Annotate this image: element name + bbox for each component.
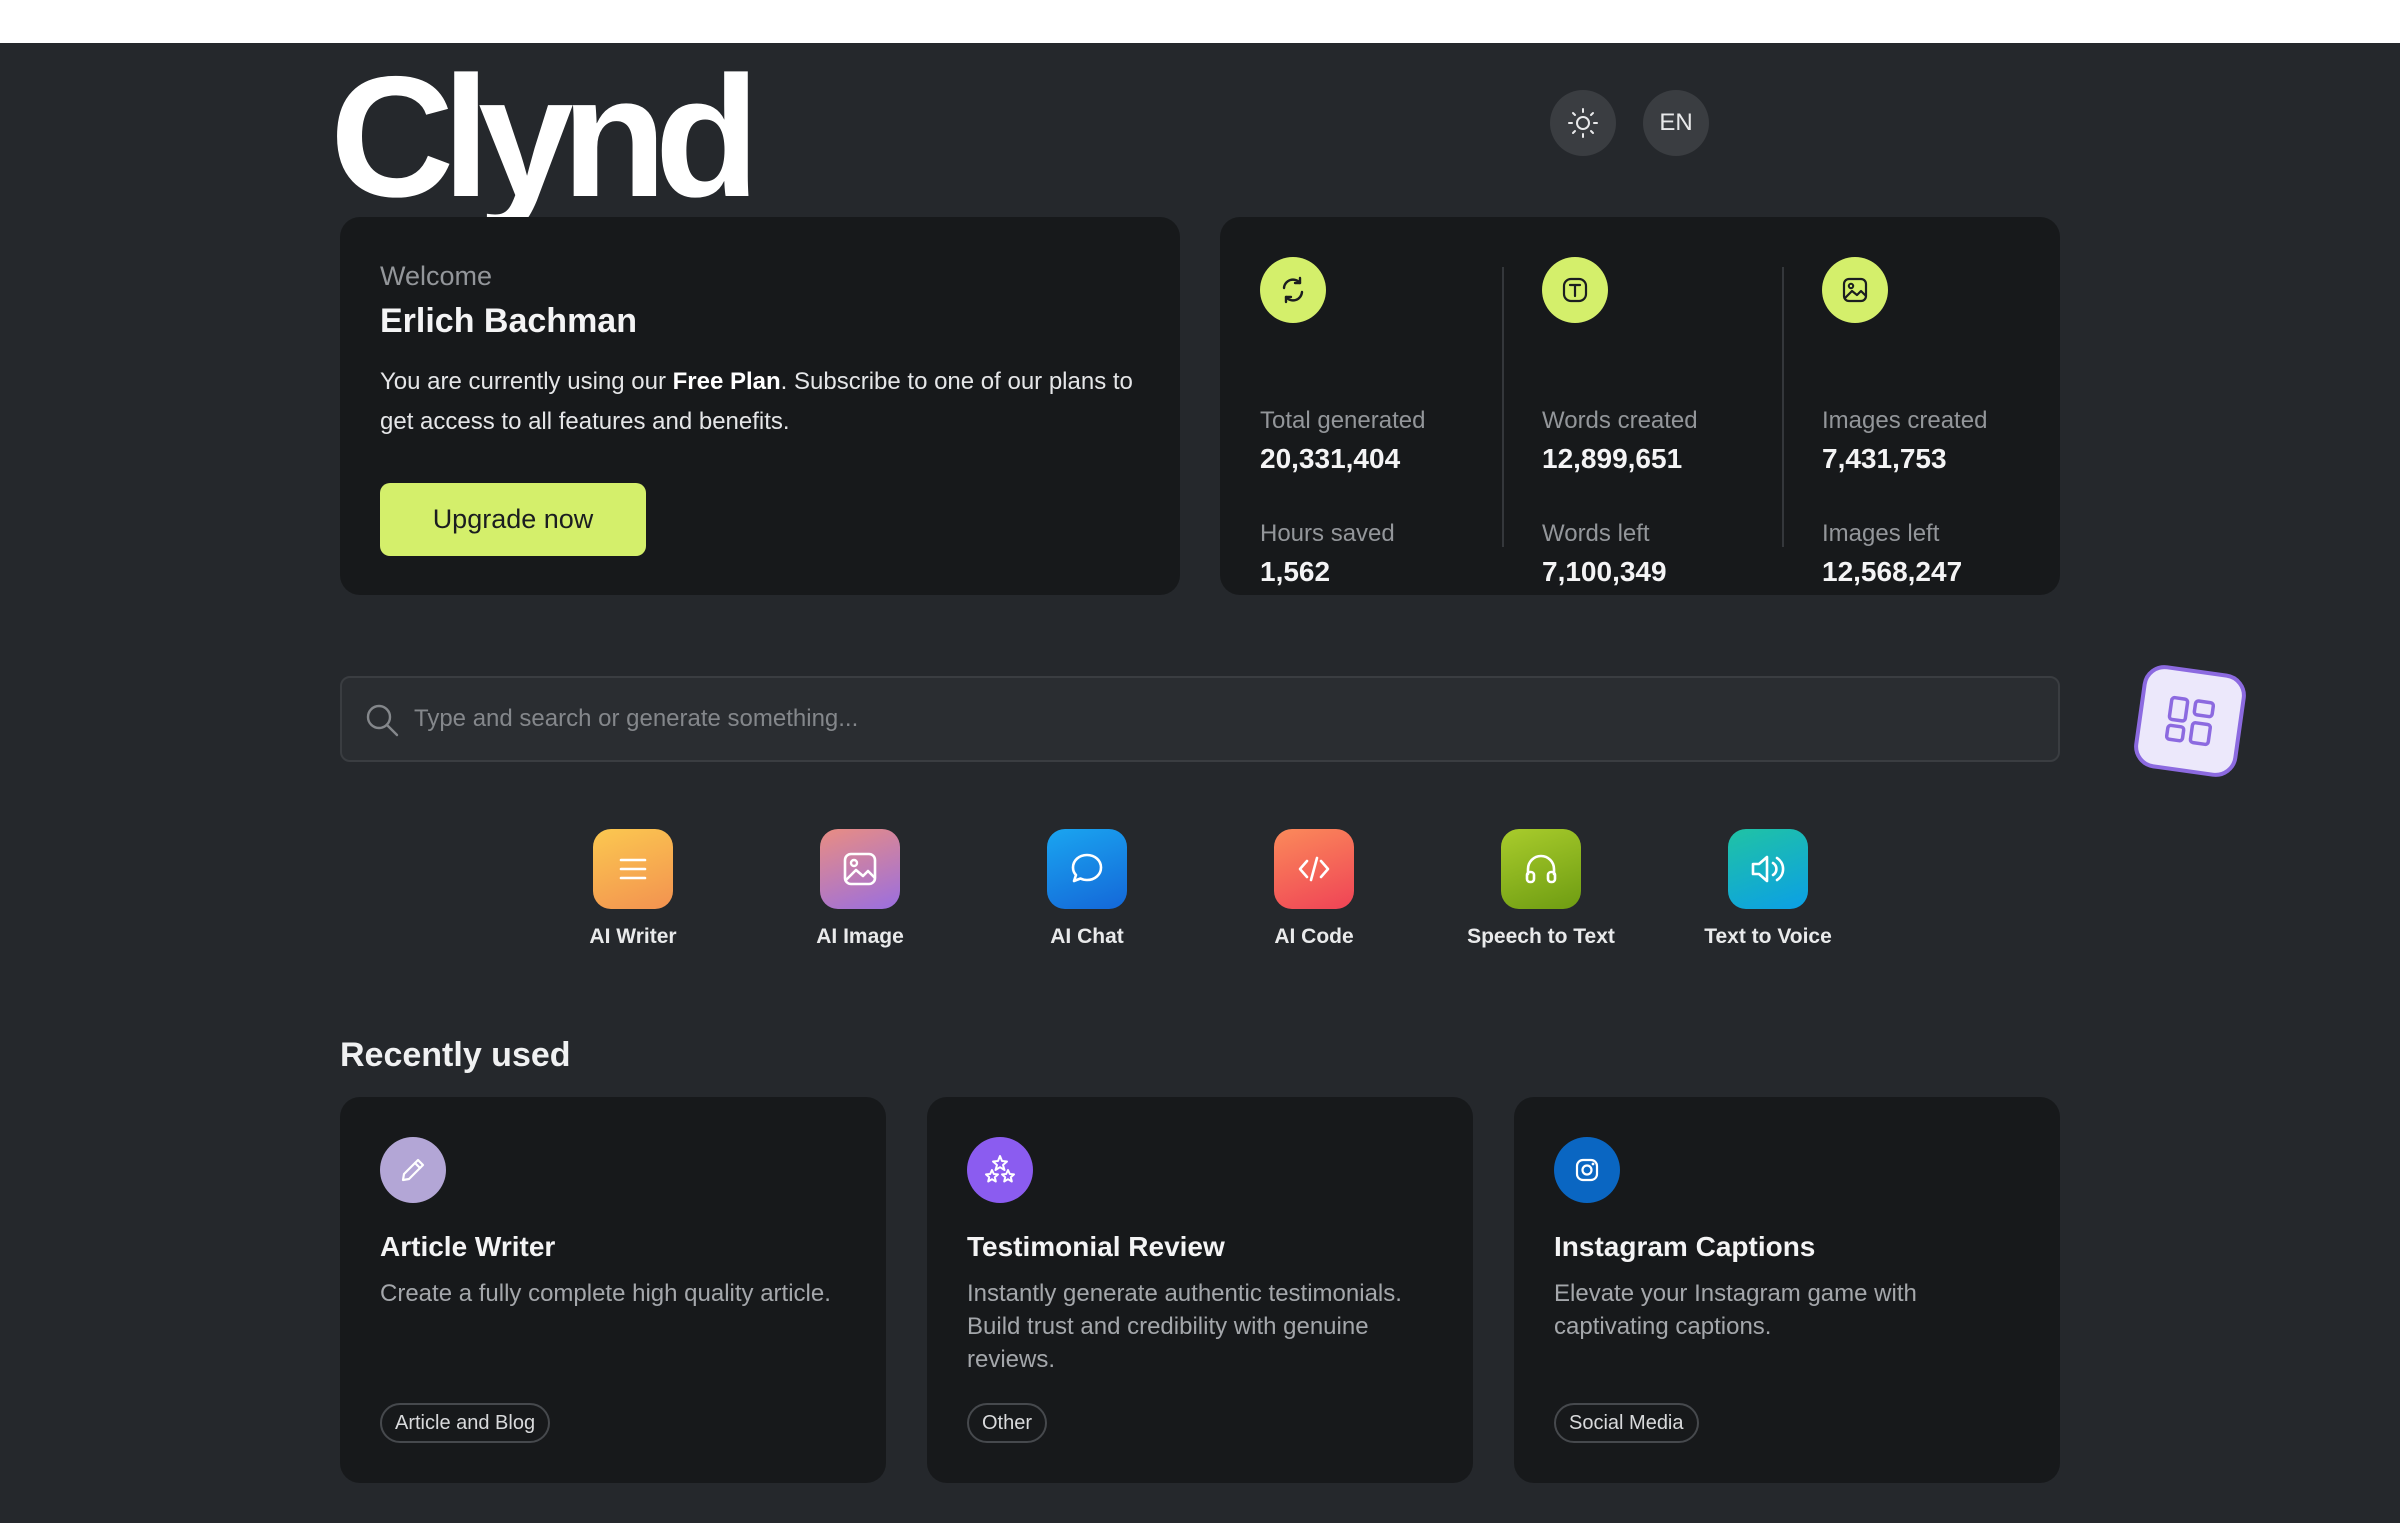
dashboard-page: Clynd EN Welcome Erlich Bachman You are … (0, 43, 2400, 1523)
theme-toggle-button[interactable] (1550, 90, 1616, 156)
category-tag[interactable]: Article and Blog (380, 1403, 551, 1443)
tool-label: AI Code (1274, 925, 1354, 948)
browser-top-strip (0, 0, 2400, 43)
user-name: Erlich Bachman (380, 302, 637, 340)
search-icon (366, 704, 399, 737)
language-button[interactable]: EN (1643, 90, 1709, 156)
instagram-icon (1554, 1137, 1620, 1203)
tool-label: AI Image (816, 925, 904, 948)
recent-card-description: Create a fully complete high quality art… (380, 1280, 831, 1307)
recent-card-testimonial-review[interactable]: Testimonial Review Instantly generate au… (927, 1097, 1473, 1483)
stat-column-words: Words created 12,899,651 Words left 7,10… (1542, 217, 1792, 595)
upgrade-button[interactable]: Upgrade now (380, 483, 646, 556)
tool-ai-image[interactable]: AI Image (760, 829, 960, 959)
recent-card-instagram-captions[interactable]: Instagram Captions Elevate your Instagra… (1514, 1097, 2060, 1483)
search-input[interactable] (414, 678, 2014, 760)
chat-bubble-icon (1047, 829, 1127, 909)
recent-card-title: Article Writer (380, 1231, 556, 1262)
total-generated-label: Total generated (1260, 407, 1426, 434)
current-plan: Free Plan (672, 368, 781, 395)
tool-label: AI Writer (589, 925, 677, 948)
stat-column-images: Images created 7,431,753 Images left 12,… (1822, 217, 2052, 595)
floating-apps-button[interactable] (2131, 662, 2249, 780)
total-generated-value: 20,331,404 (1260, 443, 1401, 474)
recent-card-description: Elevate your Instagram game with captiva… (1554, 1280, 1917, 1340)
stat-column-total: Total generated 20,331,404 Hours saved 1… (1260, 217, 1510, 595)
recent-card-article-writer[interactable]: Article Writer Create a fully complete h… (340, 1097, 886, 1483)
speaker-icon (1728, 829, 1808, 909)
stat-divider (1502, 267, 1504, 547)
category-tag[interactable]: Other (967, 1403, 1048, 1443)
plan-message-start: You are currently using our (380, 368, 673, 395)
grid-icon (2164, 695, 2216, 747)
recent-card-title: Instagram Captions (1554, 1231, 1816, 1262)
words-left-value: 7,100,349 (1542, 556, 1667, 587)
recent-card-description: Instantly generate authentic testimonial… (967, 1280, 1402, 1373)
app-logo[interactable]: Clynd (330, 51, 760, 223)
welcome-label: Welcome (380, 261, 493, 291)
hours-saved-label: Hours saved (1260, 520, 1395, 547)
images-left-value: 12,568,247 (1822, 556, 1963, 587)
headphones-icon (1501, 829, 1581, 909)
hours-saved-value: 1,562 (1260, 556, 1331, 587)
pencil-icon (380, 1137, 446, 1203)
image-icon (820, 829, 900, 909)
code-icon (1274, 829, 1354, 909)
images-created-value: 7,431,753 (1822, 443, 1947, 474)
search-bar[interactable] (340, 676, 2060, 762)
category-tag[interactable]: Social Media (1554, 1403, 1699, 1443)
words-created-value: 12,899,651 (1542, 443, 1683, 474)
recent-card-title: Testimonial Review (967, 1231, 1225, 1262)
words-created-label: Words created (1542, 407, 1698, 434)
stars-icon (967, 1137, 1033, 1203)
text-icon (1542, 257, 1608, 323)
tool-text-to-voice[interactable]: Text to Voice (1668, 829, 1868, 959)
images-created-label: Images created (1822, 407, 1988, 434)
sun-icon (1568, 108, 1598, 138)
tool-label: Text to Voice (1704, 925, 1832, 948)
welcome-card: Welcome Erlich Bachman You are currently… (340, 217, 1180, 595)
tool-speech-to-text[interactable]: Speech to Text (1441, 829, 1641, 959)
words-left-label: Words left (1542, 520, 1650, 547)
tool-label: Speech to Text (1467, 925, 1615, 948)
tool-ai-writer[interactable]: AI Writer (533, 829, 733, 959)
stat-divider (1782, 267, 1784, 547)
tool-ai-code[interactable]: AI Code (1214, 829, 1414, 959)
tool-ai-chat[interactable]: AI Chat (987, 829, 1187, 959)
stats-card: Total generated 20,331,404 Hours saved 1… (1220, 217, 2060, 595)
tool-label: AI Chat (1050, 925, 1124, 948)
plan-message: You are currently using our Free Plan. S… (380, 362, 1140, 442)
recently-used-heading: Recently used (340, 1036, 571, 1074)
images-left-label: Images left (1822, 520, 1940, 547)
image-icon (1822, 257, 1888, 323)
lines-icon (593, 829, 673, 909)
refresh-icon (1260, 257, 1326, 323)
